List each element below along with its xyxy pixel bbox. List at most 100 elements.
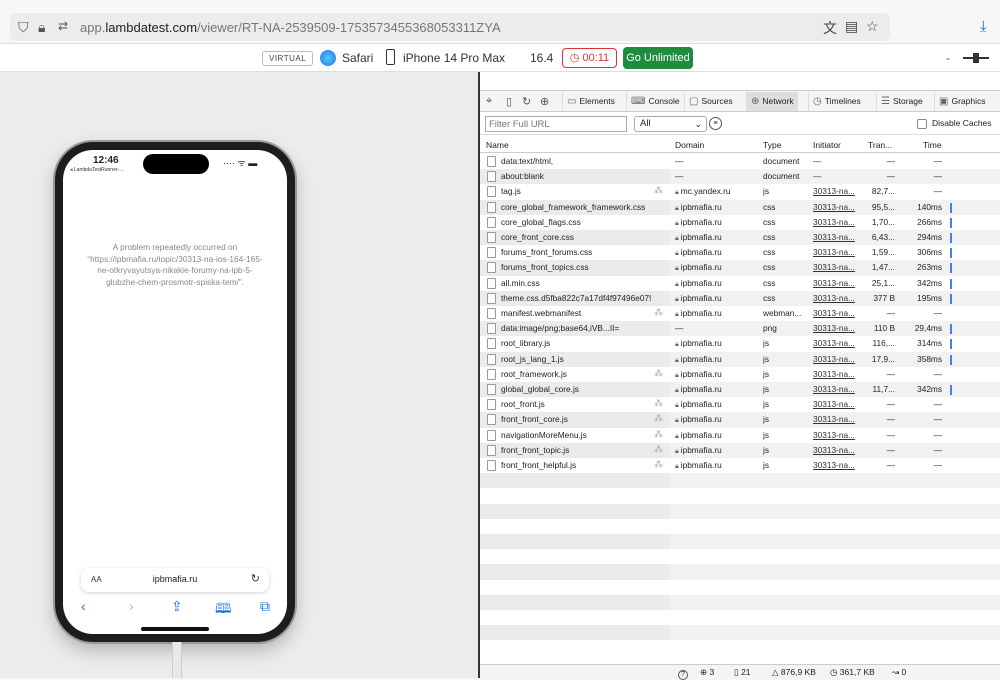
bookmark-star-icon[interactable]: ☆ <box>866 18 879 35</box>
reload-icon[interactable]: ↻ <box>251 572 260 585</box>
resource-initiator[interactable]: 30313-na... <box>813 217 863 227</box>
loading-spinner-icon: ⁂ <box>654 459 663 469</box>
bookmarks-icon[interactable]: 🕮︎ <box>215 598 232 622</box>
resource-type-select[interactable]: All ⌄ <box>634 116 707 132</box>
table-row[interactable]: core_global_framework_framework.css 🔒︎ ipb… <box>480 199 1000 215</box>
back-to-app-link[interactable]: ◂ LambdaTestRunner-... <box>70 167 123 173</box>
resource-domain: 🔒︎ ipbmafia.ru <box>675 247 757 258</box>
table-row[interactable]: tag.js 🔒︎ mc.yandex.ru js 30313-na... 82,7...… <box>480 184 1000 199</box>
tracking-icon[interactable]: ⇄ <box>58 19 68 33</box>
table-row[interactable]: front_front_topic.js 🔒︎ ipbmafia.ru js 30313… <box>480 442 1000 458</box>
translate-icon[interactable]: 文 <box>823 18 837 38</box>
resource-initiator[interactable]: 30313-na... <box>813 278 863 288</box>
table-row <box>480 503 1000 519</box>
device-icon[interactable]: ▯ <box>506 95 512 108</box>
table-row[interactable]: global_global_core.js 🔒︎ ipbmafia.ru js 3031… <box>480 382 1000 398</box>
reload-icon[interactable]: ↻ <box>522 95 531 108</box>
disable-caches-checkbox[interactable] <box>917 119 927 129</box>
help-icon: ? <box>678 670 688 680</box>
file-icon <box>487 353 496 365</box>
filter-options-icon[interactable]: ≡ <box>709 117 722 130</box>
reader-icon[interactable]: ▤ <box>845 18 858 35</box>
table-row[interactable]: root_library.js 🔒︎ ipbmafia.ru js 30313-na..… <box>480 336 1000 351</box>
tabs-icon[interactable]: ⧉ <box>260 598 270 615</box>
url-text[interactable]: app.lambdatest.com/viewer/RT-NA-2539509-… <box>80 20 501 35</box>
tab-storage[interactable]: ☰ Storage <box>876 92 927 111</box>
file-icon <box>487 338 496 350</box>
resource-initiator[interactable]: 30313-na... <box>813 384 863 394</box>
file-icon <box>487 414 496 426</box>
resource-initiator[interactable]: 30313-na... <box>813 323 863 333</box>
resource-transferred: 116,... <box>872 338 895 349</box>
resource-transferred: 11,7... <box>872 384 895 394</box>
resource-time: 342ms <box>917 384 942 394</box>
table-row[interactable]: core_front_core.css 🔒︎ ipbmafia.ru css 30313… <box>480 230 1000 246</box>
lock-icon[interactable]: 🔒︎ <box>38 19 45 36</box>
download-icon[interactable]: ⤓ <box>980 18 987 35</box>
crosshair-icon[interactable]: ⌖ <box>486 95 492 108</box>
table-row[interactable]: navigationMoreMenu.js 🔒︎ ipbmafia.ru js 3031… <box>480 428 1000 443</box>
domain-value: — <box>675 171 684 182</box>
resource-initiator[interactable]: 30313-na... <box>813 338 863 348</box>
back-chevron-icon[interactable]: ‹ <box>81 598 86 614</box>
shield-icon[interactable]: ⛉ <box>18 19 29 36</box>
resource-initiator[interactable]: 30313-na... <box>813 445 863 455</box>
table-row[interactable]: data:image/png;base64,iVB...II= — png 30313… <box>480 321 1000 337</box>
tab-graphics[interactable]: ▣ Graphics <box>934 92 989 111</box>
table-row[interactable]: all.min.css 🔒︎ ipbmafia.ru css 30313-na... 25… <box>480 276 1000 291</box>
table-row[interactable]: theme.css.d5fba822c7a17df4f97496e079... 🔒… <box>480 290 1000 306</box>
table-row[interactable]: root_framework.js 🔒︎ ipbmafia.ru js 30313-na… <box>480 367 1000 382</box>
resource-initiator[interactable]: 30313-na... <box>813 399 863 409</box>
table-row[interactable]: core_global_flags.css 🔒︎ ipbmafia.ru css 303… <box>480 215 1000 230</box>
safari-address-bar[interactable]: AA ipbmafia.ru ↻ <box>81 568 269 592</box>
resource-initiator[interactable]: 30313-na... <box>813 232 863 242</box>
tab-network[interactable]: ⊕ Network <box>746 92 798 111</box>
resource-initiator[interactable]: 30313-na... <box>813 308 863 318</box>
device-screen[interactable]: 12:46 ◂ LambdaTestRunner-... ···· ᯤ ▬ A … <box>63 150 287 634</box>
domain-value: ipbmafia.ru <box>680 262 722 273</box>
column-header-time[interactable]: Time <box>923 140 942 150</box>
resource-initiator[interactable]: 30313-na... <box>813 247 863 257</box>
name-column-bg <box>480 625 670 641</box>
column-header-domain[interactable]: Domain <box>675 140 704 150</box>
resource-initiator[interactable]: 30313-na... <box>813 430 863 440</box>
table-row[interactable]: front_front_helpful.js 🔒︎ ipbmafia.ru js 303… <box>480 458 1000 473</box>
tab-console[interactable]: ⌨ Console <box>626 92 684 111</box>
column-header-type[interactable]: Type <box>763 140 781 150</box>
go-unlimited-button[interactable]: Go Unlimited <box>623 47 693 69</box>
table-row[interactable]: forums_front_forums.css 🔒︎ ipbmafia.ru css 3… <box>480 245 1000 260</box>
filter-url-input[interactable] <box>485 116 627 132</box>
column-header-initiator[interactable]: Initiator <box>813 140 841 150</box>
resource-initiator[interactable]: 30313-na... <box>813 414 863 424</box>
table-row[interactable]: root_front.js 🔒︎ ipbmafia.ru js 30313-na... —… <box>480 397 1000 412</box>
resize-slider-icon[interactable] <box>963 53 989 63</box>
table-row[interactable]: forums_front_topics.css 🔒︎ ipbmafia.ru css 3… <box>480 260 1000 276</box>
file-icon <box>487 216 496 228</box>
session-timer[interactable]: ◷ 00:11 <box>562 48 617 68</box>
resource-initiator[interactable]: 30313-na... <box>813 202 863 212</box>
share-icon[interactable]: ⇪ <box>171 598 183 615</box>
resource-initiator[interactable]: 30313-na... <box>813 262 863 272</box>
resource-initiator[interactable]: 30313-na... <box>813 186 863 196</box>
resource-initiator[interactable]: 30313-na... <box>813 460 863 470</box>
table-row[interactable]: data:text/html, — document — — — <box>480 154 1000 169</box>
tab-sources[interactable]: ▢ Sources <box>684 92 737 111</box>
domain-value: — <box>675 323 684 334</box>
resource-initiator[interactable]: 30313-na... <box>813 293 863 303</box>
table-row[interactable]: root_js_lang_1.js 🔒︎ ipbmafia.ru js 30313-na… <box>480 351 1000 367</box>
minimize-button[interactable]: - <box>946 51 950 65</box>
tab-elements[interactable]: ▭ Elements <box>562 92 619 111</box>
resource-initiator[interactable]: 30313-na... <box>813 369 863 379</box>
column-header-name[interactable]: Name <box>486 140 509 150</box>
table-row[interactable]: front_front_core.js 🔒︎ ipbmafia.ru js 30313-… <box>480 412 1000 428</box>
resource-type: css <box>763 292 776 303</box>
tab-timelines[interactable]: ◷ Timelines <box>808 92 865 111</box>
column-header-transferred[interactable]: Tran... <box>868 140 892 150</box>
inspector-tab-bar: ⌖ ▯ ↻ ⊕ ▭ Elements ⌨ Console ▢ Sources ⊕ Networ… <box>480 90 1000 112</box>
table-row[interactable]: about:blank — document — — — <box>480 169 1000 185</box>
help-button[interactable]: ? <box>678 667 691 680</box>
table-row[interactable]: manifest.webmanifest 🔒︎ ipbmafia.ru webman.… <box>480 306 1000 321</box>
download-circle-icon[interactable]: ⊕ <box>540 95 549 108</box>
forward-chevron-icon[interactable]: › <box>129 598 134 614</box>
resource-initiator[interactable]: 30313-na... <box>813 354 863 364</box>
